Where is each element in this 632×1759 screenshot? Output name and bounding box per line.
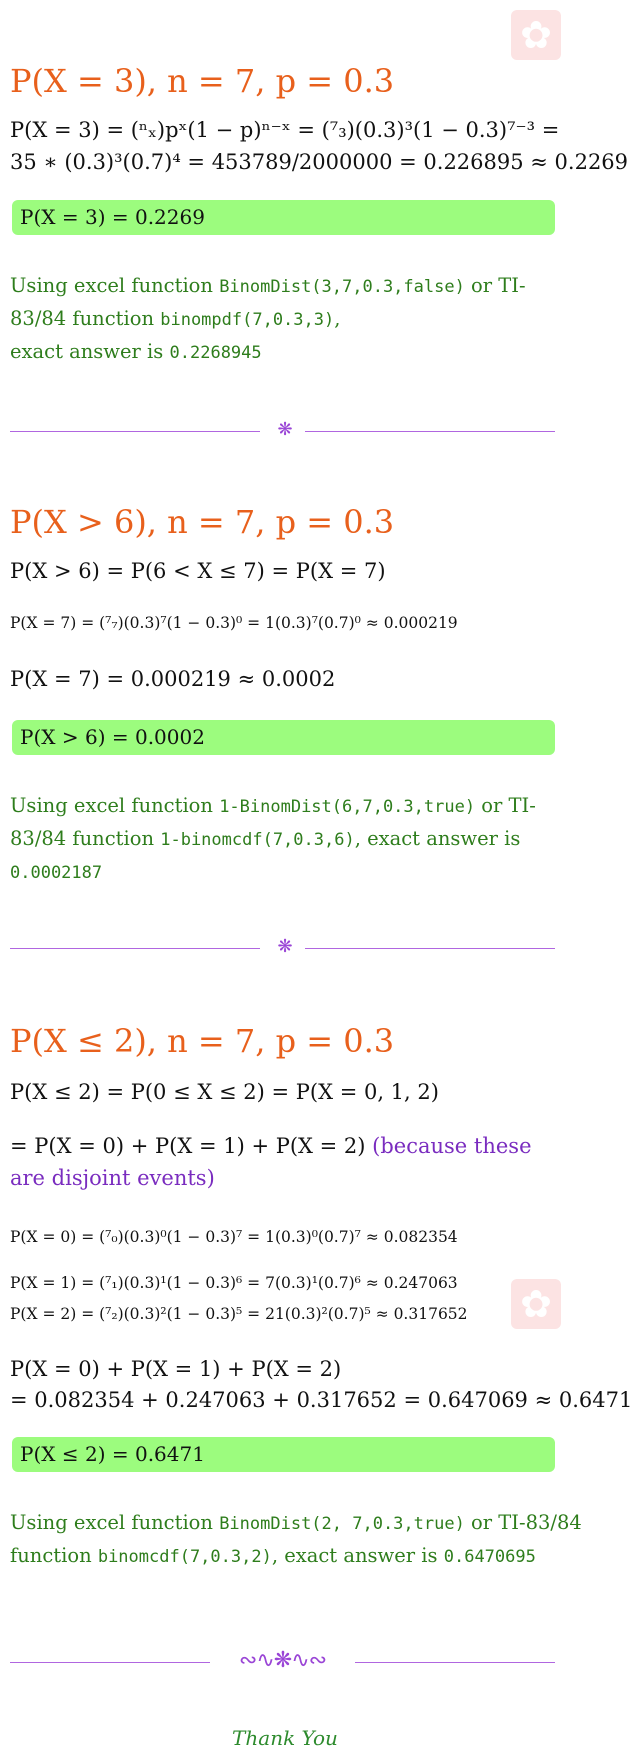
- section2-formula-line3: P(X = 7) = 0.000219 ≈ 0.0002: [10, 667, 336, 691]
- divider-line-right: [305, 431, 555, 432]
- divider-line-left: [10, 431, 260, 432]
- exact-value: 0.2268945: [169, 343, 262, 363]
- section2-formula-line2: P(X = 7) = (⁷₇)(0.3)⁷(1 − 0.3)⁰ = 1(0.3)…: [10, 614, 458, 632]
- excel-text: Using excel function: [10, 274, 220, 297]
- exact-text: , exact answer is: [354, 827, 521, 850]
- ti-code: binomcdf(7,0.3,2): [97, 1547, 272, 1567]
- watermark-star-icon: ✿: [511, 1279, 561, 1329]
- section1-formula-line1: P(X = 3) = (ⁿₓ)pˣ(1 − p)ⁿ⁻ˣ = (⁷₃)(0.3)³…: [10, 118, 560, 142]
- section3-formula-line4: P(X = 1) = (⁷₁)(0.3)¹(1 − 0.3)⁶ = 7(0.3)…: [10, 1274, 458, 1292]
- section3-formula-line5: P(X = 2) = (⁷₂)(0.3)²(1 − 0.3)⁵ = 21(0.3…: [10, 1305, 468, 1323]
- excel-code: BinomDist(2, 7,0.3,true): [219, 1514, 465, 1534]
- section3-formula-line1: P(X ≤ 2) = P(0 ≤ X ≤ 2) = P(X = 0, 1, 2): [10, 1080, 439, 1104]
- exact-text: exact answer is: [10, 340, 170, 363]
- divider-ornament-icon: ❋: [277, 936, 293, 957]
- exact-value: 0.0002187: [10, 863, 103, 883]
- flourish-ornament-icon: ∾∿❋∿∾: [238, 1648, 327, 1673]
- divider-line-left: [10, 1662, 210, 1663]
- sum-expression: = P(X = 0) + P(X = 1) + P(X = 2): [10, 1134, 366, 1158]
- section1-heading: P(X = 3), n = 7, p = 0.3: [10, 62, 395, 100]
- section3-excel-note: Using excel function BinomDist(2, 7,0.3,…: [10, 1507, 625, 1573]
- section3-answer-box: P(X ≤ 2) = 0.6471: [12, 1437, 555, 1472]
- section3-formula-line6: P(X = 0) + P(X = 1) + P(X = 2): [10, 1357, 342, 1381]
- excel-text: Using excel function: [10, 794, 220, 817]
- exact-value: 0.6470695: [443, 1547, 536, 1567]
- divider-line-right: [355, 1662, 555, 1663]
- section2-heading: P(X > 6), n = 7, p = 0.3: [10, 503, 395, 541]
- section1-excel-note: Using excel function BinomDist(3,7,0.3,f…: [10, 270, 560, 369]
- divider-line-left: [10, 948, 260, 949]
- section3-formula-line7: = 0.082354 + 0.247063 + 0.317652 = 0.647…: [10, 1388, 632, 1412]
- watermark-star-icon: ✿: [511, 10, 561, 60]
- section3-formula-line3: P(X = 0) = (⁷₀)(0.3)⁰(1 − 0.3)⁷ = 1(0.3)…: [10, 1228, 458, 1246]
- section3-formula-line2: = P(X = 0) + P(X = 1) + P(X = 2) (becaus…: [10, 1130, 570, 1194]
- excel-text: Using excel function: [10, 1511, 220, 1534]
- divider-line-right: [305, 948, 555, 949]
- section1-answer-box: P(X = 3) = 0.2269: [12, 200, 555, 235]
- section2-answer-box: P(X > 6) = 0.0002: [12, 720, 555, 755]
- section2-excel-note: Using excel function 1-BinomDist(6,7,0.3…: [10, 790, 560, 889]
- comma: ,: [334, 307, 341, 330]
- section2-formula-line1: P(X > 6) = P(6 < X ≤ 7) = P(X = 7): [10, 559, 386, 583]
- thank-you-text: Thank You: [232, 1726, 338, 1750]
- exact-text: , exact answer is: [271, 1544, 444, 1567]
- excel-code: 1-BinomDist(6,7,0.3,true): [219, 797, 476, 817]
- section1-formula-line2: 35 ∗ (0.3)³(0.7)⁴ = 453789/2000000 = 0.2…: [10, 150, 629, 174]
- ti-code: 1-binomcdf(7,0.3,6): [160, 830, 355, 850]
- divider-ornament-icon: ❋: [277, 419, 293, 440]
- section3-heading: P(X ≤ 2), n = 7, p = 0.3: [10, 1022, 395, 1060]
- ti-code: binompdf(7,0.3,3): [160, 310, 335, 330]
- excel-code: BinomDist(3,7,0.3,false): [219, 277, 465, 297]
